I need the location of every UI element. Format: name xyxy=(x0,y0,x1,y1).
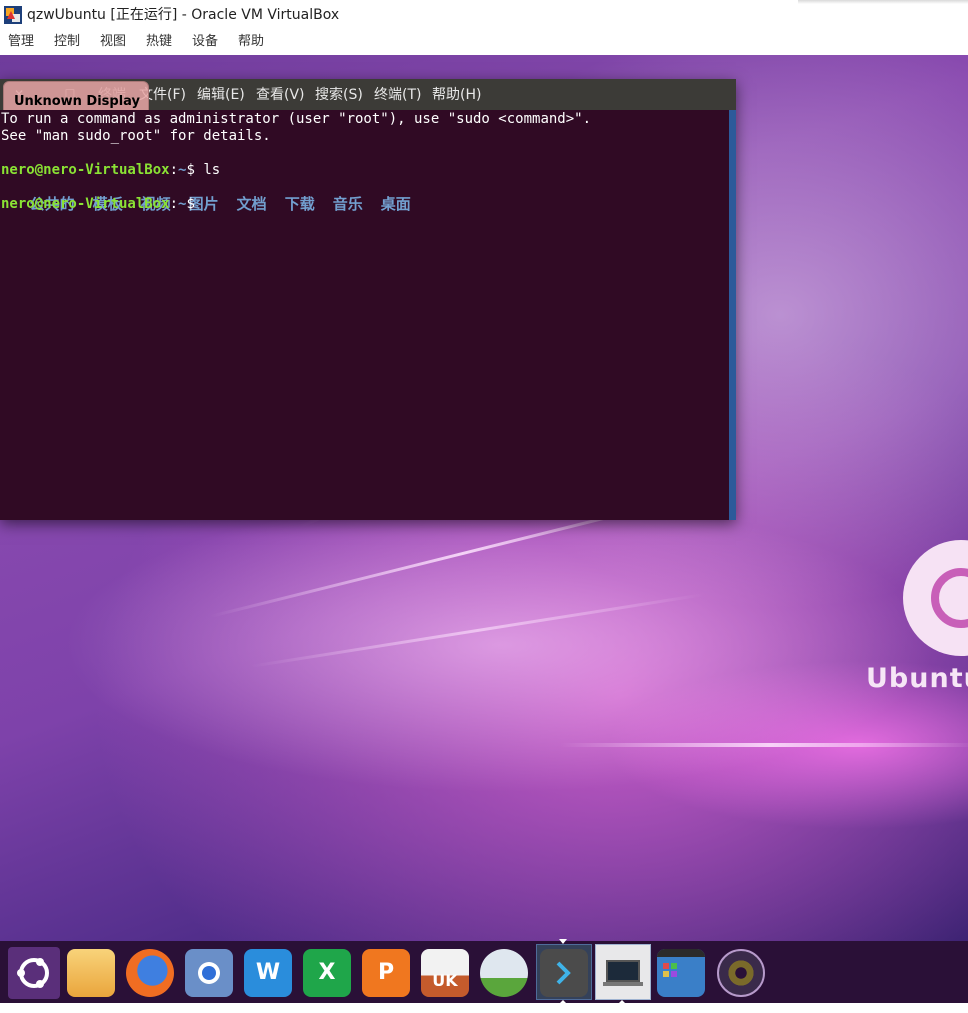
host-menu-view[interactable]: 视图 xyxy=(100,33,126,51)
host-menu-manage[interactable]: 管理 xyxy=(8,33,34,51)
prompt-dollar: $ xyxy=(186,196,204,212)
directory-entry: 文档 xyxy=(236,195,267,213)
ubuntu-menu-icon[interactable] xyxy=(8,947,60,999)
workspace-tile xyxy=(663,963,669,969)
prompt-user: nero@nero-VirtualBox xyxy=(1,196,170,212)
host-menubar: 管理 控制 视图 热键 设备 帮助 xyxy=(0,30,968,55)
terminal-scrollbar[interactable] xyxy=(729,110,736,520)
powerpoint-icon[interactable]: P xyxy=(362,949,410,997)
host-window-title: qzwUbuntu [正在运行] - Oracle VM VirtualBox xyxy=(27,7,340,23)
terminal-line: See "man sudo_root" for details. xyxy=(1,128,271,144)
terminal-window[interactable]: ✕ ☐ 终端 文件(F) 编辑(E) 查看(V) 搜索(S) 终端(T) 帮助(… xyxy=(0,79,736,520)
terminal-titlebar[interactable]: ✕ ☐ 终端 文件(F) 编辑(E) 查看(V) 搜索(S) 终端(T) 帮助(… xyxy=(0,79,736,120)
chromium-ring xyxy=(198,962,220,984)
workspace-tile xyxy=(663,971,669,977)
launcher-arrow-icon xyxy=(559,1000,567,1004)
directory-entry: 音乐 xyxy=(332,195,363,213)
directory-entry: 下载 xyxy=(284,195,315,213)
terminal-command: ls xyxy=(203,162,221,178)
host-window-titlebar[interactable]: qzwUbuntu [正在运行] - Oracle VM VirtualBox xyxy=(0,0,968,30)
terminal-line: To run a command as administrator (user … xyxy=(1,111,592,127)
firefox-icon[interactable] xyxy=(126,949,174,997)
launcher-arrow-icon xyxy=(559,939,567,944)
dock: W X P UK xyxy=(0,939,968,1004)
workspace-switcher-icon[interactable] xyxy=(657,949,705,997)
host-menu-hotkeys[interactable]: 热键 xyxy=(146,33,172,51)
terminal-menu-terminal[interactable]: 终端(T) xyxy=(374,86,421,104)
ubuntu-symbol-icon xyxy=(17,958,49,988)
ubuntu-wordmark: Ubuntu xyxy=(866,663,968,694)
terminal-menu-view[interactable]: 查看(V) xyxy=(256,86,305,104)
dvd-icon[interactable] xyxy=(717,949,765,997)
laptop-icon[interactable] xyxy=(599,949,647,997)
wallpaper-streak xyxy=(560,743,968,747)
word-icon[interactable]: W xyxy=(244,949,292,997)
excel-icon[interactable]: X xyxy=(303,949,351,997)
terminal-menu-edit[interactable]: 编辑(E) xyxy=(197,86,245,104)
terminal-icon[interactable] xyxy=(540,949,588,997)
prompt-separator: : xyxy=(169,162,179,178)
host-menu-control[interactable]: 控制 xyxy=(54,33,80,51)
launcher-arrow-icon xyxy=(618,1000,626,1004)
prompt-user: nero@nero-VirtualBox xyxy=(1,162,170,178)
terminal-prompt-line: nero@nero-VirtualBox:~$ ls xyxy=(1,162,220,179)
virtualbox-app-icon xyxy=(4,6,22,24)
unknown-display-label: Unknown Display xyxy=(14,94,141,109)
terminal-prompt-line: nero@nero-VirtualBox:~$ xyxy=(1,196,203,213)
workspace-tile xyxy=(671,971,677,977)
software-center-icon[interactable]: UK xyxy=(421,949,469,997)
terminal-output[interactable]: To run a command as administrator (user … xyxy=(0,110,729,520)
prompt-separator: : xyxy=(169,196,179,212)
robot-app-icon[interactable] xyxy=(480,949,528,997)
laptop-glyph-icon xyxy=(603,960,643,986)
chromium-icon[interactable] xyxy=(185,949,233,997)
workspace-bar xyxy=(657,949,705,957)
ubuntu-logo-circle xyxy=(903,540,968,656)
prompt-dollar: $ xyxy=(186,162,204,178)
terminal-menu-help[interactable]: 帮助(H) xyxy=(432,86,481,104)
chevron-right-icon xyxy=(556,961,571,985)
chromium-center xyxy=(202,966,216,980)
terminal-menu-search[interactable]: 搜索(S) xyxy=(315,86,363,104)
host-menu-help[interactable]: 帮助 xyxy=(238,33,264,51)
ubuntu-logo-ring xyxy=(931,568,968,628)
window-shadow xyxy=(798,0,968,4)
files-icon[interactable] xyxy=(67,949,115,997)
host-menu-devices[interactable]: 设备 xyxy=(192,33,218,51)
workspace-tile xyxy=(671,963,677,969)
directory-entry: 桌面 xyxy=(380,195,411,213)
wallpaper-streak xyxy=(249,593,705,668)
